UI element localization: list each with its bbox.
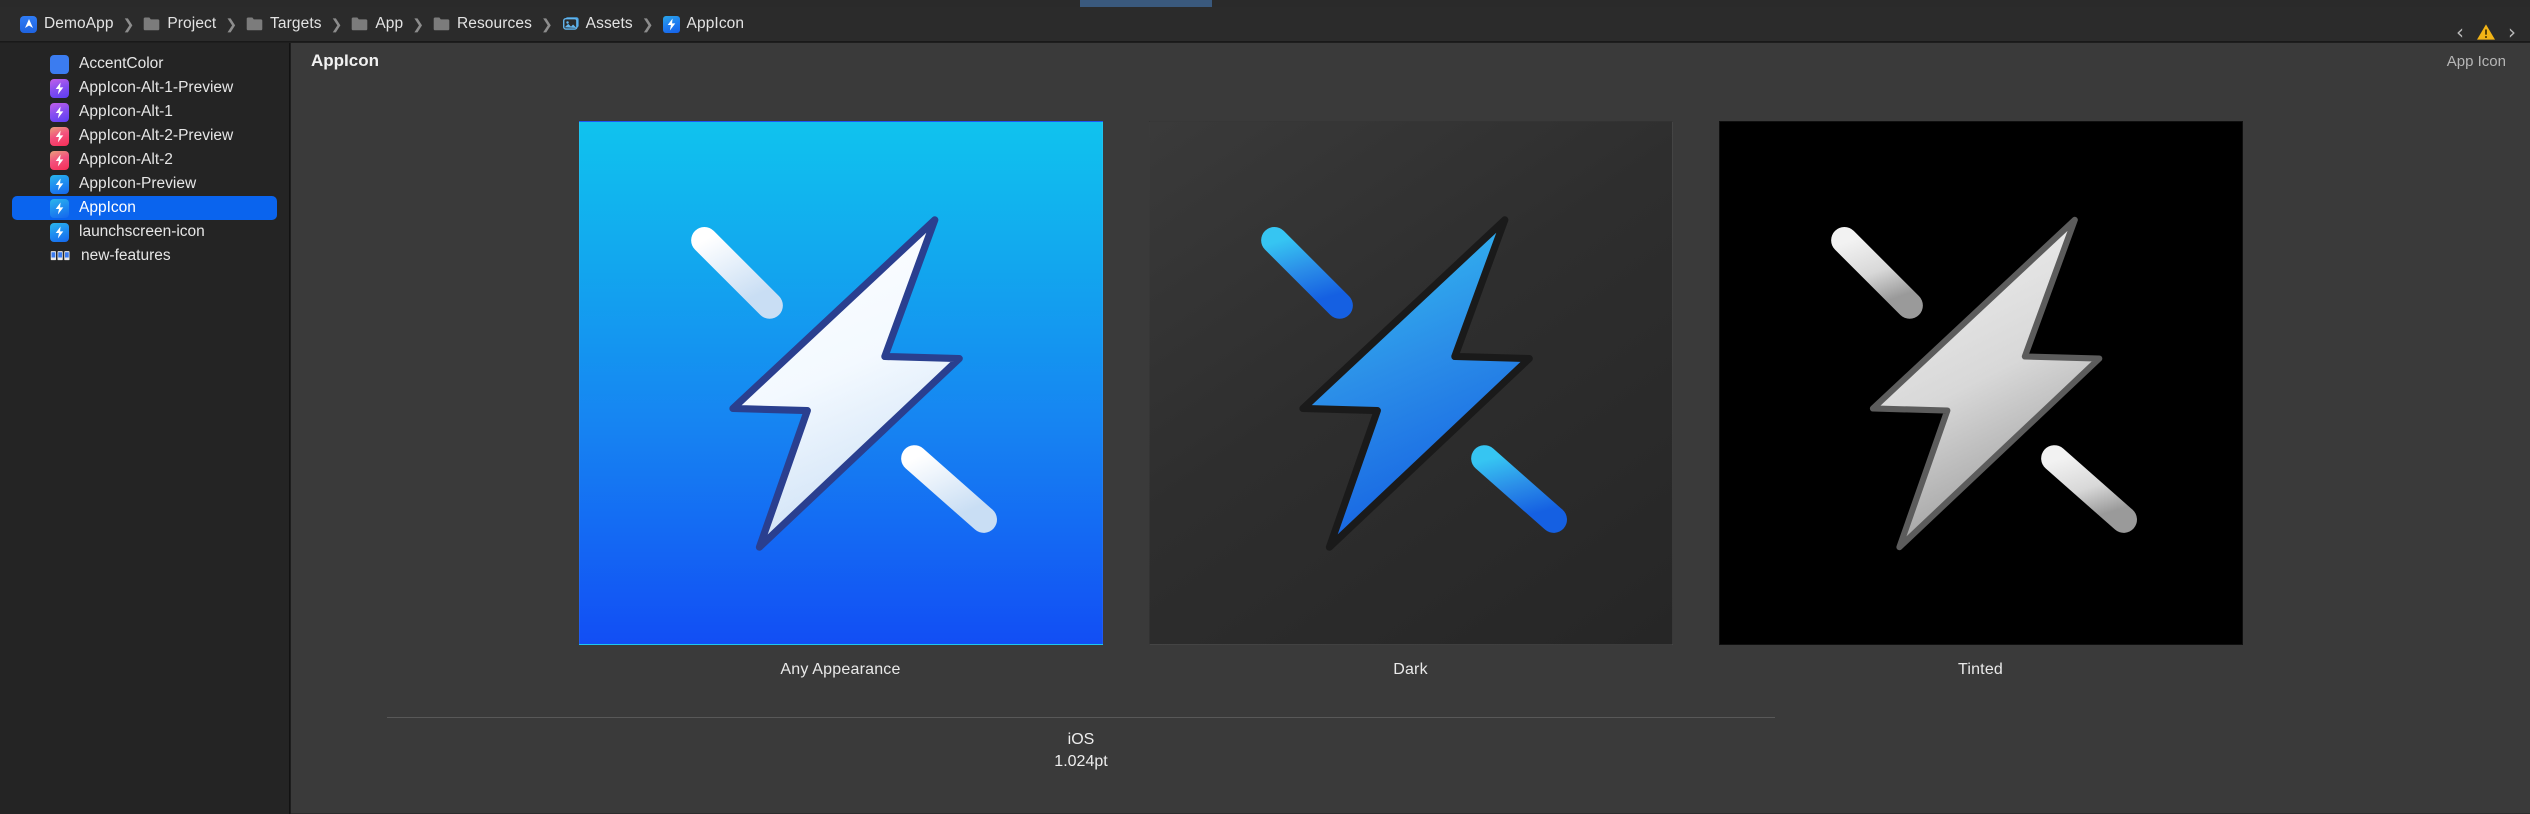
sidebar-item-label: AppIcon-Alt-2-Preview — [79, 127, 234, 144]
app-icon-asset-icon — [50, 174, 69, 194]
assets-catalog-icon — [562, 16, 579, 33]
asset-editor: AppIcon App Icon Any Appearance Dark Tin… — [291, 43, 2530, 814]
nav-back-button[interactable]: ‹ — [2456, 22, 2464, 42]
breadcrumb-separator: ❯ — [225, 15, 238, 32]
asset-metadata: iOS 1.024pt — [291, 731, 1871, 771]
sidebar-item-label: AppIcon-Alt-1 — [79, 103, 173, 120]
color-swatch-icon — [50, 54, 69, 74]
appearance-cell-any[interactable]: Any Appearance — [578, 121, 1103, 679]
folder-icon — [351, 16, 368, 33]
sidebar-item-appicon-alt-1[interactable]: AppIcon-Alt-1 — [12, 100, 277, 124]
lightning-bolt-icon — [690, 216, 997, 551]
breadcrumb-label: Assets — [585, 15, 633, 32]
breadcrumb-item-targets[interactable]: Targets — [246, 15, 322, 33]
appearance-cell-dark[interactable]: Dark — [1148, 121, 1673, 679]
breadcrumb-item-resources[interactable]: Resources — [433, 15, 532, 33]
page-title: AppIcon — [311, 51, 379, 70]
breadcrumb-separator: ❯ — [641, 15, 654, 32]
xcode-asset-catalog-window: DemoApp ❯ Project ❯ Targets ❯ App ❯ Reso… — [0, 0, 2530, 814]
app-icon-asset-icon — [50, 78, 69, 98]
appearance-caption: Dark — [1393, 661, 1428, 678]
breadcrumb-separator: ❯ — [330, 15, 343, 32]
sidebar-item-label: AppIcon-Alt-2 — [79, 151, 173, 168]
active-tab-accent — [1080, 0, 1212, 7]
platform-label: iOS — [1067, 731, 1095, 748]
breadcrumb-label: Resources — [456, 15, 532, 32]
sidebar-item-appicon[interactable]: AppIcon — [12, 196, 277, 220]
xcode-project-icon — [20, 15, 37, 33]
lightning-bolt-icon — [1830, 216, 2137, 551]
asset-list-sidebar[interactable]: AccentColor AppIcon-Alt-1-Preview AppIco… — [0, 43, 290, 814]
appearance-variants: Any Appearance Dark Tinted — [291, 121, 2530, 679]
appearance-cell-tinted[interactable]: Tinted — [1718, 121, 2243, 679]
window-chrome-strip — [0, 0, 2530, 7]
sidebar-item-new-features[interactable]: new-features — [12, 244, 277, 268]
breadcrumb-item-demoapp[interactable]: DemoApp — [20, 15, 114, 33]
sidebar-item-accentcolor[interactable]: AccentColor — [12, 52, 277, 76]
lightning-bolt-icon — [1260, 216, 1567, 551]
breadcrumb-label: DemoApp — [44, 15, 114, 32]
app-icon-asset-icon — [50, 150, 69, 170]
app-icon-preview-any[interactable] — [578, 121, 1103, 645]
breadcrumb-label: AppIcon — [686, 15, 745, 32]
breadcrumb-item-assets[interactable]: Assets — [562, 15, 633, 33]
breadcrumb-separator: ❯ — [412, 15, 424, 32]
appearance-caption: Any Appearance — [780, 661, 901, 678]
app-icon-preview-dark[interactable] — [1148, 121, 1673, 645]
app-icon-preview-tinted[interactable] — [1718, 121, 2243, 645]
sidebar-item-label: AppIcon-Preview — [79, 175, 197, 192]
folder-icon — [143, 16, 160, 33]
breadcrumb-label: Targets — [270, 15, 322, 32]
nav-forward-button[interactable]: › — [2508, 22, 2516, 42]
sidebar-item-appicon-alt-2[interactable]: AppIcon-Alt-2 — [12, 148, 277, 172]
breadcrumb-item-app[interactable]: App — [351, 15, 403, 33]
breadcrumb-label: Project — [167, 15, 217, 32]
breadcrumb-item-project[interactable]: Project — [143, 15, 216, 33]
app-icon-asset-icon — [50, 126, 69, 146]
sidebar-item-label: AppIcon-Alt-1-Preview — [79, 79, 234, 96]
sidebar-item-label: AppIcon — [79, 199, 136, 216]
warning-triangle-icon[interactable] — [2476, 23, 2496, 41]
sidebar-item-label: AccentColor — [79, 55, 164, 72]
size-label: 1.024pt — [1054, 753, 1108, 770]
app-icon-asset-icon — [50, 102, 69, 122]
sidebar-item-launchscreen-icon[interactable]: launchscreen-icon — [12, 220, 277, 244]
sidebar-item-label: new-features — [81, 247, 171, 264]
section-divider — [387, 717, 1775, 718]
breadcrumb-item-appicon[interactable]: AppIcon — [662, 15, 745, 33]
sidebar-item-appicon-alt-1-preview[interactable]: AppIcon-Alt-1-Preview — [12, 76, 277, 100]
breadcrumb-separator: ❯ — [122, 15, 135, 32]
sidebar-item-label: launchscreen-icon — [79, 223, 205, 240]
appearance-caption: Tinted — [1957, 661, 2004, 678]
asset-kind-label: App Icon — [2446, 52, 2506, 70]
breadcrumb-label: App — [375, 15, 404, 32]
breadcrumb-separator: ❯ — [540, 15, 553, 32]
sidebar-item-appicon-preview[interactable]: AppIcon-Preview — [12, 172, 277, 196]
asset-editor-header: AppIcon App Icon — [291, 43, 2530, 79]
app-icon-asset-icon — [662, 15, 680, 33]
image-set-icon — [50, 248, 71, 264]
folder-icon — [433, 16, 450, 33]
breadcrumb: DemoApp ❯ Project ❯ Targets ❯ App ❯ Reso… — [0, 7, 2530, 42]
asset-editor-canvas: Any Appearance Dark Tinted iOS 1.024pt — [291, 79, 2530, 814]
sidebar-item-appicon-alt-2-preview[interactable]: AppIcon-Alt-2-Preview — [12, 124, 277, 148]
folder-icon — [246, 16, 263, 33]
app-icon-asset-icon — [50, 222, 69, 242]
app-icon-asset-icon — [50, 198, 69, 218]
